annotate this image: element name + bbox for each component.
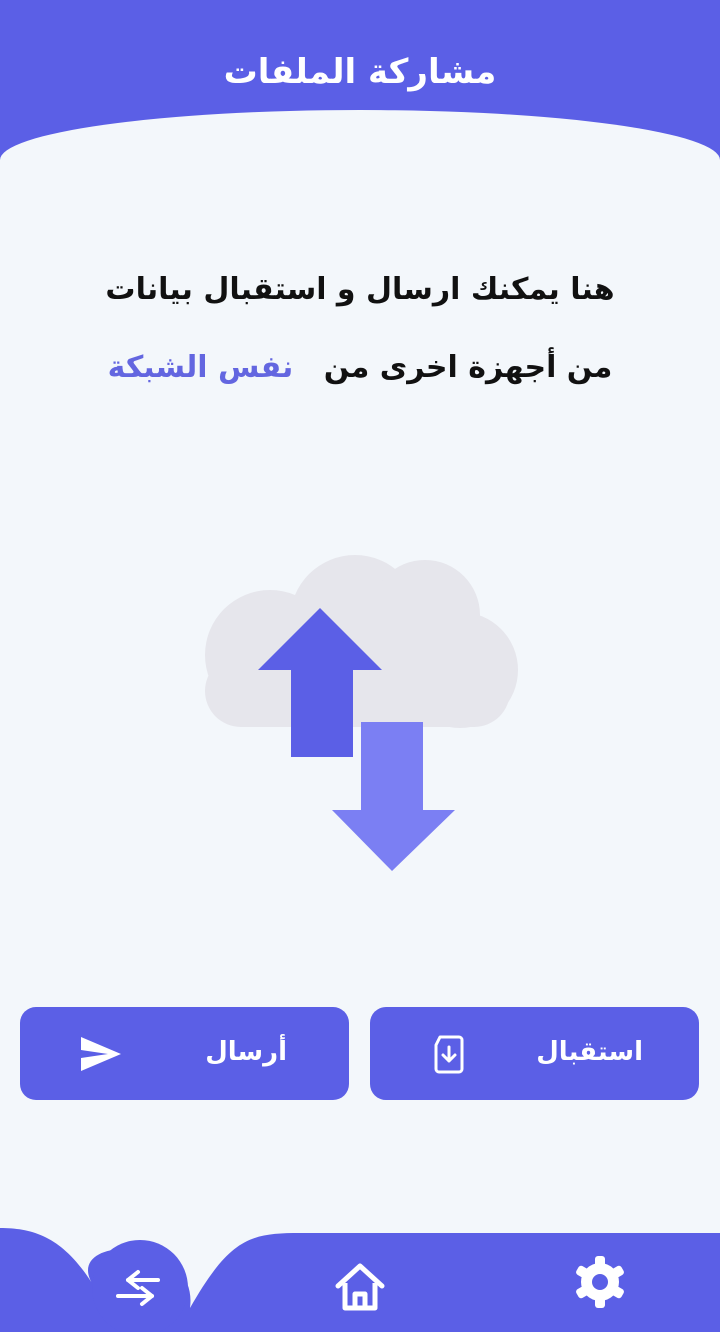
gear-icon[interactable]: [570, 1252, 630, 1312]
intro-line-2: من أجهزة اخرى من نفس الشبكة: [60, 350, 660, 385]
receive-button-label: استقبال: [536, 1037, 643, 1067]
page-title: مشاركة الملفات: [223, 52, 497, 92]
intro-line-2-prefix: من أجهزة اخرى من: [323, 350, 613, 385]
cloud-transfer-icon: [205, 555, 518, 871]
send-button-label: أرسال: [205, 1037, 287, 1067]
send-icon: [81, 1037, 121, 1071]
file-download-icon: [434, 1035, 464, 1074]
send-button[interactable]: أرسال: [20, 1007, 349, 1100]
swap-arrows-icon[interactable]: [110, 1258, 170, 1318]
receive-button[interactable]: استقبال: [370, 1007, 699, 1100]
cloud-shape: [205, 555, 518, 728]
bottom-nav: [0, 1228, 720, 1332]
intro-line-1: هنا يمكنك ارسال و استقبال بيانات: [105, 272, 615, 307]
home-icon[interactable]: [330, 1256, 390, 1316]
intro-line-2-highlight: نفس الشبكة: [107, 350, 294, 385]
